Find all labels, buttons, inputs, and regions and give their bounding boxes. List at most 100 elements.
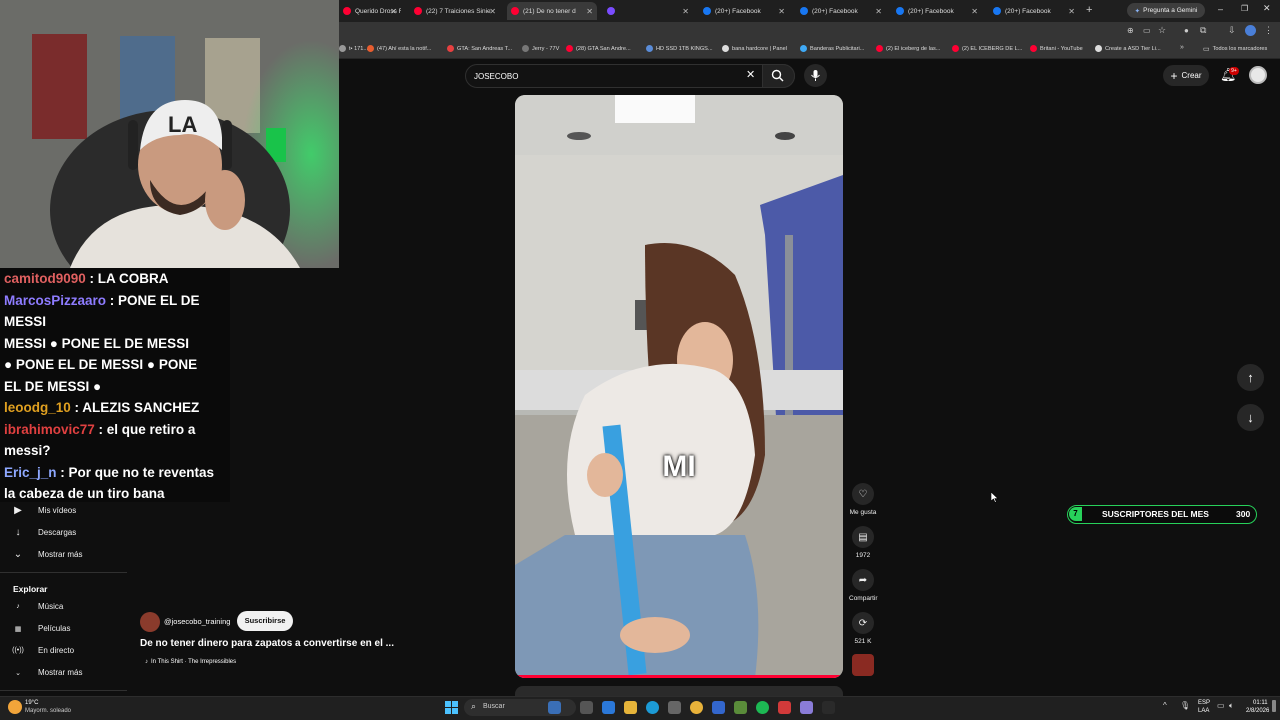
cast-icon[interactable]: ▭ bbox=[1143, 26, 1151, 35]
bookmark-item[interactable]: Britani - YouTube bbox=[1030, 45, 1083, 52]
sound-thumbnail[interactable] bbox=[852, 654, 874, 676]
create-button[interactable]: + Crear bbox=[1163, 65, 1209, 86]
browser-tab[interactable]: (20+) Facebook ✕ bbox=[796, 2, 886, 20]
close-tab-icon[interactable]: ✕ bbox=[971, 7, 978, 16]
tray-chevron-icon[interactable]: ^ bbox=[1163, 701, 1167, 710]
speaker-icon[interactable]: 🔈︎ bbox=[1229, 701, 1234, 711]
more-bookmarks-icon[interactable]: » bbox=[1180, 44, 1184, 51]
bookmark-item[interactable]: (47) Ahí esta la notif... bbox=[367, 45, 431, 52]
share-action[interactable]: ➦ Compartir bbox=[849, 569, 878, 602]
next-video-button[interactable]: ↓ bbox=[1237, 404, 1264, 431]
sidebar-item-show-more-explore[interactable]: ⌄ Mostrar más bbox=[12, 668, 82, 677]
app-icon[interactable] bbox=[822, 701, 835, 714]
bookmark-item[interactable]: (28) GTA San Andre... bbox=[566, 45, 631, 52]
bookmark-item[interactable]: (2) El iceberg de las... bbox=[876, 45, 940, 52]
minimize-icon[interactable]: – bbox=[1218, 4, 1223, 14]
remix-action[interactable]: ⟳ 521 K bbox=[849, 612, 877, 645]
browser-tab[interactable]: (20+) Facebook ✕ bbox=[892, 2, 982, 20]
downloads-icon[interactable]: ⇩ bbox=[1228, 25, 1236, 36]
browser-tab[interactable]: (22) 7 Traiciones Sinie ✕ bbox=[410, 2, 500, 20]
subscribe-button[interactable]: Suscribirse bbox=[237, 611, 293, 631]
puzzle-icon[interactable]: ⧉ bbox=[1200, 25, 1206, 36]
notifications-badge: 9+ bbox=[1229, 67, 1239, 75]
search-input[interactable] bbox=[474, 68, 734, 84]
clear-search-icon[interactable]: ✕ bbox=[746, 68, 755, 81]
spotify-icon[interactable] bbox=[756, 701, 769, 714]
previous-video-button[interactable]: ↑ bbox=[1237, 364, 1264, 391]
monitor-icon[interactable]: ▭ bbox=[1217, 701, 1225, 710]
short-video-player[interactable]: MI bbox=[515, 95, 843, 678]
all-bookmarks[interactable]: ▭ Todos los marcadores bbox=[1203, 45, 1267, 53]
close-tab-icon[interactable]: ✕ bbox=[682, 7, 689, 16]
close-tab-icon[interactable]: ✕ bbox=[390, 7, 397, 16]
weather-icon[interactable] bbox=[8, 700, 22, 714]
file-explorer-icon[interactable] bbox=[624, 701, 637, 714]
bookmark-item[interactable]: (2) EL ICEBERG DE L... bbox=[952, 45, 1022, 52]
clock-date[interactable]: 2/8/2026 bbox=[1246, 708, 1269, 714]
sidebar-item-my-videos[interactable]: ▶ Mis vídeos bbox=[12, 505, 76, 516]
close-tab-icon[interactable]: ✕ bbox=[778, 7, 785, 16]
bookmark-item[interactable]: t• 171... bbox=[339, 45, 368, 52]
bookmark-item[interactable]: Create a ASD Tier Li... bbox=[1095, 45, 1161, 52]
record-icon[interactable]: ● bbox=[1184, 26, 1189, 35]
next-video-preview[interactable] bbox=[515, 686, 843, 696]
channel-avatar[interactable] bbox=[140, 612, 160, 632]
widgets-icon[interactable] bbox=[548, 701, 561, 714]
like-action[interactable]: ♡ Me gusta bbox=[849, 483, 877, 516]
weather-desc[interactable]: Mayorm. soleado bbox=[25, 708, 71, 714]
maximize-icon[interactable]: ❐ bbox=[1241, 4, 1248, 13]
comments-action[interactable]: ▤ 1972 bbox=[849, 526, 877, 559]
mic-tray-icon[interactable]: 🎙︎ bbox=[1180, 701, 1190, 710]
profile-avatar[interactable] bbox=[1245, 25, 1256, 36]
sidebar-item-music[interactable]: ♪ Música bbox=[12, 602, 63, 611]
extensions-icon[interactable]: ⊕ bbox=[1127, 26, 1134, 35]
edge-icon[interactable] bbox=[646, 701, 659, 714]
video-title[interactable]: De no tener dinero para zapatos a conver… bbox=[140, 638, 394, 649]
chrome-icon[interactable] bbox=[690, 701, 703, 714]
app-icon[interactable] bbox=[668, 701, 681, 714]
app-icon[interactable] bbox=[778, 701, 791, 714]
browser-tab[interactable]: ✕ bbox=[603, 2, 693, 20]
clock-time[interactable]: 01:11 bbox=[1253, 700, 1268, 706]
sidebar-item-movies[interactable]: ▦ Películas bbox=[12, 624, 71, 633]
menu-icon[interactable]: ⋮ bbox=[1264, 25, 1273, 36]
channel-name[interactable]: @josecobo_training bbox=[164, 617, 230, 626]
close-tab-icon[interactable]: ✕ bbox=[1068, 7, 1075, 16]
app-icon[interactable] bbox=[800, 701, 813, 714]
bookmark-star-icon[interactable]: ☆ bbox=[1158, 25, 1166, 36]
bookmark-item[interactable]: GTA: San Andreas T... bbox=[447, 45, 512, 52]
bookmark-label: HD SSD 1TB KINGS... bbox=[656, 45, 713, 52]
bookmark-item[interactable]: Jerry - 77V bbox=[522, 45, 559, 52]
sidebar-item-live[interactable]: ((•)) En directo bbox=[12, 646, 74, 655]
lang-secondary[interactable]: LAA bbox=[1198, 708, 1209, 714]
close-window-icon[interactable]: ✕ bbox=[1263, 3, 1271, 14]
tab-favicon-icon bbox=[800, 7, 808, 15]
bookmark-item[interactable]: bana hardcore | Panel bbox=[722, 45, 787, 52]
browser-tab[interactable]: (21) De no tener d ✕ bbox=[507, 2, 597, 20]
sidebar-item-show-more[interactable]: ⌄ Mostrar más bbox=[12, 549, 83, 560]
bookmark-item[interactable]: Banderas Publicitari... bbox=[800, 45, 864, 52]
store-icon[interactable] bbox=[602, 701, 615, 714]
sidebar-item-downloads[interactable]: ↓ Descargas bbox=[12, 527, 77, 538]
music-label[interactable]: ♪ In This Shirt · The Irrepressibles bbox=[145, 659, 236, 665]
task-view-icon[interactable] bbox=[580, 701, 593, 714]
gemini-button[interactable]: ✦ Pregunta a Gemini bbox=[1127, 3, 1205, 18]
video-progress-bar[interactable] bbox=[515, 675, 843, 678]
bookmark-favicon-icon bbox=[367, 45, 374, 52]
show-desktop-button[interactable] bbox=[1272, 700, 1276, 712]
mail-icon[interactable] bbox=[712, 701, 725, 714]
close-tab-icon[interactable]: ✕ bbox=[489, 7, 496, 16]
close-tab-icon[interactable]: ✕ bbox=[875, 7, 882, 16]
close-tab-icon[interactable]: ✕ bbox=[586, 7, 593, 16]
account-avatar[interactable] bbox=[1249, 66, 1267, 84]
new-tab-button[interactable]: + bbox=[1086, 4, 1092, 16]
bookmark-item[interactable]: HD SSD 1TB KINGS... bbox=[646, 45, 713, 52]
browser-tab[interactable]: (20+) Facebook ✕ bbox=[989, 2, 1079, 20]
weather-temp[interactable]: 19°C bbox=[25, 700, 38, 706]
chat-message: messi? bbox=[0, 440, 230, 462]
lang-primary[interactable]: ESP bbox=[1198, 700, 1210, 706]
app-icon[interactable] bbox=[734, 701, 747, 714]
browser-tab[interactable]: Querido Dross R ✕ bbox=[339, 2, 401, 20]
browser-tab[interactable]: (20+) Facebook ✕ bbox=[699, 2, 789, 20]
windows-start-icon[interactable] bbox=[445, 701, 458, 714]
